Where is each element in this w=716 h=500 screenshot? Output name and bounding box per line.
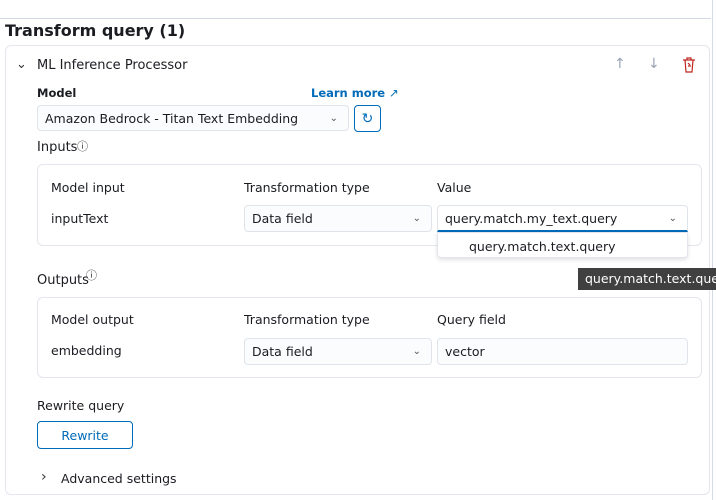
header-transformation-type: Transformation type	[244, 312, 370, 327]
rewrite-button[interactable]: Rewrite	[37, 421, 133, 449]
select-value: Data field	[252, 344, 313, 359]
refresh-button[interactable]: ↻	[354, 105, 381, 132]
model-select[interactable]: Amazon Bedrock - Titan Text Embedding ⌄	[37, 105, 349, 131]
section-title: Transform query (1)	[5, 21, 186, 40]
chevron-down-icon: ⌄	[329, 112, 338, 124]
chevron-right-icon[interactable]: ›	[41, 469, 47, 485]
move-down-icon[interactable]: ↓	[648, 56, 660, 72]
external-link-icon: ↗	[389, 86, 399, 100]
chevron-down-icon[interactable]: ⌄	[16, 57, 27, 72]
value-combobox[interactable]: query.match.my_text.query ⌄	[437, 205, 688, 232]
tooltip: query.match.text.query	[578, 268, 716, 290]
header-query-field: Query field	[437, 312, 506, 327]
learn-more-link[interactable]: Learn more ↗	[311, 86, 399, 100]
chevron-down-icon: ⌄	[668, 212, 677, 224]
model-input-value: inputText	[51, 211, 109, 226]
inputs-label: Inputs	[37, 140, 78, 155]
input-value: vector	[445, 344, 485, 359]
outputs-label: Outputs	[37, 273, 89, 288]
output-transformation-select[interactable]: Data field ⌄	[244, 338, 432, 365]
trash-icon[interactable]	[682, 57, 696, 77]
query-field-input[interactable]: vector	[437, 338, 688, 365]
header-model-input: Model input	[51, 180, 125, 195]
chevron-down-icon: ⌄	[412, 213, 421, 224]
move-up-icon[interactable]: ↑	[614, 56, 626, 72]
header-transformation-type: Transformation type	[244, 180, 370, 195]
model-label: Model	[37, 86, 77, 100]
chevron-down-icon: ⌄	[412, 346, 421, 357]
learn-more-text: Learn more	[311, 86, 386, 100]
dropdown-option[interactable]: query.match.text.query	[437, 232, 688, 258]
select-value: Data field	[252, 211, 313, 226]
model-select-value: Amazon Bedrock - Titan Text Embedding	[45, 110, 299, 126]
option-text: query.match.text.query	[469, 239, 616, 254]
model-output-value: embedding	[51, 343, 122, 358]
divider	[0, 18, 711, 19]
combobox-value: query.match.my_text.query	[445, 210, 618, 226]
help-icon[interactable]: ⓘ	[77, 138, 88, 154]
refresh-icon: ↻	[361, 110, 374, 127]
rewrite-query-label: Rewrite query	[37, 398, 125, 413]
header-model-output: Model output	[51, 312, 134, 327]
advanced-settings-toggle[interactable]: Advanced settings	[61, 471, 177, 486]
processor-title: ML Inference Processor	[37, 58, 188, 73]
input-transformation-select[interactable]: Data field ⌄	[244, 205, 432, 232]
scrollbar-track[interactable]	[712, 0, 713, 500]
header-value: Value	[437, 180, 472, 195]
help-icon[interactable]: ⓘ	[86, 267, 97, 283]
